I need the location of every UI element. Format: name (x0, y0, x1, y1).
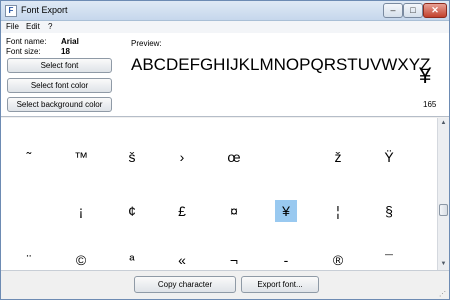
character-cell[interactable]: ¨ (18, 249, 40, 270)
font-name-label: Font name: (6, 37, 47, 46)
font-settings-panel: Font name: Arial Font size: 18 Select fo… (1, 33, 449, 117)
character-cell[interactable]: › (171, 146, 193, 168)
menu-help[interactable]: ? (48, 22, 52, 31)
character-cell[interactable]: ž (327, 146, 349, 168)
character-cell[interactable]: š (121, 146, 143, 168)
export-font-button[interactable]: Export font... (241, 276, 319, 293)
character-cell[interactable]: ¡ (70, 200, 92, 222)
bottom-bar: Copy character Export font... ⋰ (1, 270, 449, 299)
vertical-scrollbar[interactable]: ▲ ▼ (437, 118, 449, 270)
character-cell[interactable]: ¬ (223, 249, 245, 270)
character-cell[interactable]: £ (171, 200, 193, 222)
scroll-thumb[interactable] (439, 204, 448, 216)
app-icon: F (5, 5, 17, 17)
preview-text: ABCDEFGHIJKLMNOPQRSTUVWXYZ (131, 55, 431, 74)
select-background-color-button[interactable]: Select background color (7, 97, 112, 112)
font-name-value: Arial (61, 37, 79, 46)
font-export-window: F Font Export – □ ✕ File Edit ? Font nam… (0, 0, 450, 300)
character-cell[interactable]: œ (223, 146, 245, 168)
preview-character: ¥ (419, 63, 432, 88)
select-font-button[interactable]: Select font (7, 58, 112, 73)
character-cell[interactable]: ˜ (18, 146, 40, 168)
character-grid[interactable]: ˜ ™ š › œ ž Ÿ ¡ ¢ £ ¤ ¥ ¦ § ¨ © ª « ¬ - ® ¯ (1, 118, 437, 270)
character-cell[interactable]: Ÿ (378, 146, 400, 168)
character-cell[interactable]: ¥ (275, 200, 297, 222)
character-cell[interactable]: - (275, 249, 297, 270)
menu-file[interactable]: File (6, 22, 19, 31)
minimize-button[interactable]: – (383, 3, 403, 18)
resize-grip-icon[interactable]: ⋰ (439, 290, 446, 298)
character-cell[interactable] (275, 146, 297, 168)
character-cell[interactable]: ® (327, 249, 349, 270)
font-size-value: 18 (61, 47, 70, 56)
font-size-label: Font size: (6, 47, 41, 56)
scroll-down-icon[interactable]: ▼ (438, 259, 449, 270)
copy-character-button[interactable]: Copy character (134, 276, 236, 293)
character-cell[interactable]: ¤ (223, 200, 245, 222)
character-cell[interactable]: « (171, 249, 193, 270)
character-code: 165 (423, 100, 437, 109)
scroll-up-icon[interactable]: ▲ (438, 118, 449, 129)
menu-edit[interactable]: Edit (26, 22, 40, 31)
character-cell[interactable]: § (378, 200, 400, 222)
title-bar[interactable]: F Font Export – □ ✕ (1, 1, 449, 21)
character-cell[interactable]: ª (121, 249, 143, 270)
character-cell[interactable]: © (70, 249, 92, 270)
character-cell[interactable] (18, 200, 40, 222)
select-font-color-button[interactable]: Select font color (7, 78, 112, 93)
preview-label: Preview: (131, 39, 162, 48)
window-title: Font Export (21, 5, 68, 15)
character-cell[interactable]: ¦ (327, 200, 349, 222)
maximize-button[interactable]: □ (403, 3, 423, 18)
character-cell[interactable]: ¯ (378, 249, 400, 270)
menu-bar: File Edit ? (1, 21, 449, 33)
character-cell[interactable]: ™ (70, 146, 92, 168)
close-button[interactable]: ✕ (423, 3, 447, 18)
character-cell[interactable]: ¢ (121, 200, 143, 222)
